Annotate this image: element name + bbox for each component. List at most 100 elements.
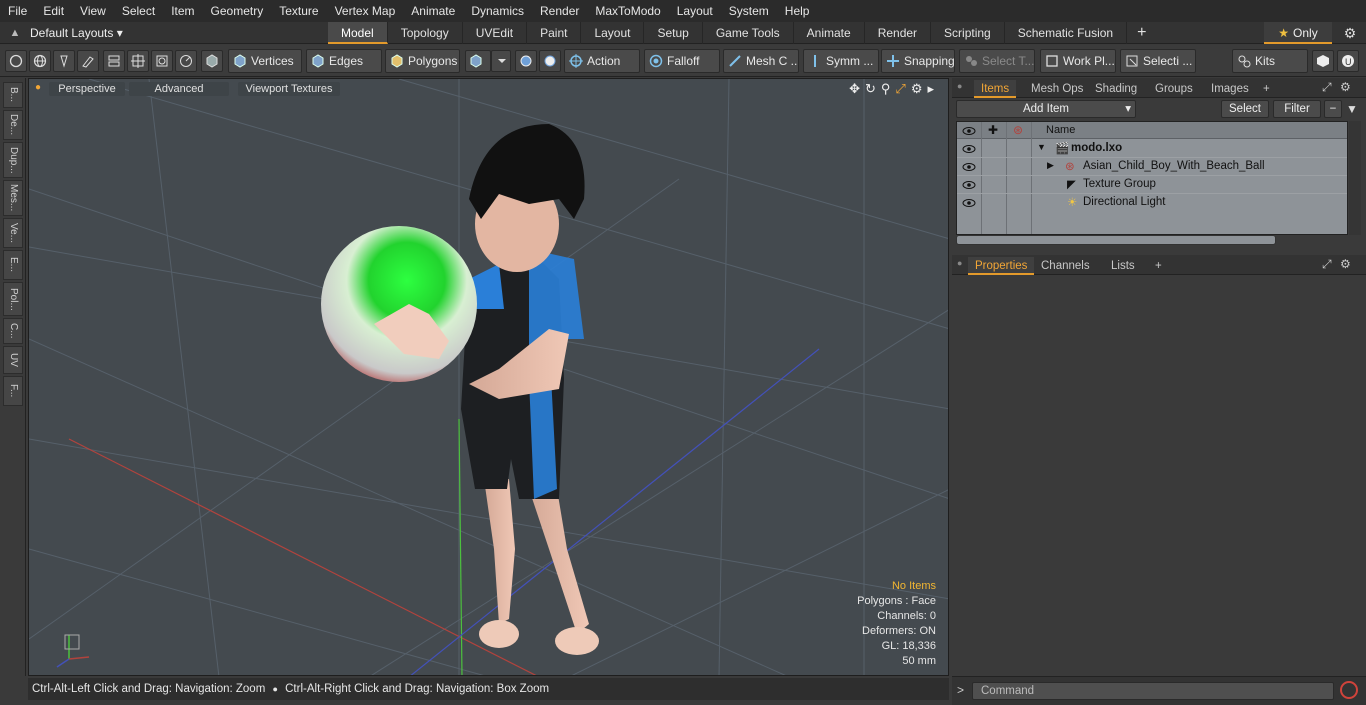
eye-icon[interactable] bbox=[962, 142, 976, 156]
items-list-scrollbar[interactable] bbox=[1349, 121, 1361, 235]
layout-dropdown[interactable]: Default Layouts ▾ bbox=[30, 26, 140, 40]
menu-layout[interactable]: Layout bbox=[669, 0, 721, 22]
texture-tool[interactable] bbox=[539, 50, 561, 72]
select-button[interactable]: Select bbox=[1221, 100, 1269, 118]
move-view-icon[interactable]: ✥ bbox=[849, 81, 860, 97]
advanced-dropdown[interactable]: Advanced bbox=[129, 82, 229, 96]
panel-gear-icon[interactable]: ⚙ bbox=[1340, 80, 1351, 94]
collapse-icon[interactable]: ▲ bbox=[0, 27, 30, 39]
dial-tool[interactable] bbox=[175, 50, 197, 72]
unreal-button[interactable]: U bbox=[1337, 50, 1359, 72]
vertices-button[interactable]: Vertices bbox=[228, 49, 302, 73]
menu-select[interactable]: Select bbox=[114, 0, 163, 22]
tab-lists[interactable]: Lists bbox=[1104, 257, 1142, 275]
viewport-expand-icon[interactable]: ▸ bbox=[927, 81, 934, 97]
name-column-header[interactable]: Name bbox=[1046, 124, 1075, 136]
add-tab-button[interactable]: + bbox=[1127, 22, 1156, 44]
tab-render[interactable]: Render bbox=[865, 22, 932, 44]
fit-view-icon[interactable]: ⤢ bbox=[895, 81, 905, 97]
action-center-button[interactable]: Action bbox=[564, 49, 640, 73]
select-through-button[interactable]: Select T... bbox=[959, 49, 1035, 73]
left-tab-vertex[interactable]: Ve... bbox=[3, 218, 23, 248]
circle-select-tool[interactable] bbox=[5, 50, 27, 72]
tab-paint[interactable]: Paint bbox=[527, 22, 582, 44]
mesh-constraint-button[interactable]: Mesh C ... bbox=[723, 49, 799, 73]
list-item[interactable]: ◤ Texture Group bbox=[957, 176, 1347, 194]
edges-button[interactable]: Edges bbox=[306, 49, 382, 73]
menu-dynamics[interactable]: Dynamics bbox=[463, 0, 532, 22]
left-tab-duplicate[interactable]: Dup... bbox=[3, 142, 23, 178]
center-tool[interactable] bbox=[127, 50, 149, 72]
menu-texture[interactable]: Texture bbox=[271, 0, 326, 22]
tab-shading[interactable]: Shading bbox=[1088, 80, 1144, 98]
unity-button[interactable] bbox=[1312, 50, 1334, 72]
snapping-button[interactable]: Snapping bbox=[881, 49, 955, 73]
tab-properties[interactable]: Properties bbox=[968, 257, 1035, 275]
list-item[interactable]: ▼ 🎬 modo.lxo bbox=[957, 140, 1347, 158]
eye-icon[interactable] bbox=[962, 160, 976, 174]
viewport-textures-dropdown[interactable]: Viewport Textures bbox=[238, 82, 340, 96]
tab-scripting[interactable]: Scripting bbox=[931, 22, 1005, 44]
symmetry-button[interactable]: Symm ... bbox=[803, 49, 879, 73]
mode-dropdown[interactable] bbox=[491, 50, 511, 72]
eye-icon[interactable] bbox=[962, 196, 976, 210]
tab-channels[interactable]: Channels bbox=[1034, 257, 1097, 275]
left-tab-edge[interactable]: E... bbox=[3, 250, 23, 280]
record-icon[interactable] bbox=[1340, 681, 1358, 699]
list-item[interactable]: ☀ Directional Light bbox=[957, 194, 1347, 212]
add-item-button[interactable]: Add Item ▾ bbox=[956, 100, 1136, 118]
tab-setup[interactable]: Setup bbox=[644, 22, 703, 44]
expand-panel-icon[interactable]: ⤢ bbox=[1322, 80, 1332, 95]
expand-arrow-icon[interactable]: ▼ bbox=[1037, 142, 1046, 152]
tab-mesh-ops[interactable]: Mesh Ops bbox=[1024, 80, 1090, 98]
left-tab-deform[interactable]: De... bbox=[3, 110, 23, 140]
tab-layout[interactable]: Layout bbox=[581, 22, 645, 44]
command-input[interactable]: Command bbox=[972, 682, 1334, 700]
expand-arrow-icon[interactable]: ▶ bbox=[1047, 160, 1054, 171]
menu-render[interactable]: Render bbox=[532, 0, 587, 22]
menu-maxtomodo[interactable]: MaxToModo bbox=[587, 0, 668, 22]
collapse-list-button[interactable]: − bbox=[1324, 100, 1342, 118]
selection-sets-button[interactable]: Selecti ... bbox=[1120, 49, 1196, 73]
left-tab-curve[interactable]: C... bbox=[3, 318, 23, 344]
rotate-view-icon[interactable]: ↻ bbox=[865, 81, 876, 97]
only-button[interactable]: ★ Only bbox=[1264, 22, 1332, 44]
items-list-hscrollbar[interactable] bbox=[956, 235, 1276, 245]
viewport-settings-icon[interactable]: ⚙ bbox=[911, 81, 923, 97]
perspective-dropdown[interactable]: Perspective bbox=[49, 82, 125, 96]
tab-animate[interactable]: Animate bbox=[794, 22, 865, 44]
tab-schematic-fusion[interactable]: Schematic Fusion bbox=[1005, 22, 1128, 44]
align-tool[interactable] bbox=[103, 50, 125, 72]
left-tab-uv[interactable]: UV bbox=[3, 346, 23, 374]
add-panel-tab[interactable]: + bbox=[1148, 257, 1169, 275]
kits-button[interactable]: Kits bbox=[1232, 49, 1308, 73]
tab-groups[interactable]: Groups bbox=[1148, 80, 1200, 98]
material-tool[interactable] bbox=[515, 50, 537, 72]
polygons-button[interactable]: Polygons bbox=[385, 49, 460, 73]
menu-file[interactable]: File bbox=[0, 0, 35, 22]
tab-game-tools[interactable]: Game Tools bbox=[703, 22, 794, 44]
tab-model[interactable]: Model bbox=[328, 22, 388, 44]
work-plane-button[interactable]: Work Pl... bbox=[1040, 49, 1116, 73]
tab-topology[interactable]: Topology bbox=[388, 22, 463, 44]
menu-animate[interactable]: Animate bbox=[403, 0, 463, 22]
3d-viewport[interactable]: ● Perspective Advanced Viewport Textures… bbox=[28, 78, 949, 676]
left-tab-basic[interactable]: B... bbox=[3, 82, 23, 108]
falloff-button[interactable]: Falloff bbox=[644, 49, 720, 73]
globe-tool[interactable] bbox=[29, 50, 51, 72]
list-item[interactable]: ▶ ⊛ Asian_Child_Boy_With_Beach_Ball bbox=[957, 158, 1347, 176]
panel-gear-icon[interactable]: ⚙ bbox=[1340, 257, 1351, 271]
left-tab-fusion[interactable]: F... bbox=[3, 376, 23, 406]
menu-help[interactable]: Help bbox=[777, 0, 818, 22]
left-tab-mesh-edit[interactable]: Mes... bbox=[3, 180, 23, 216]
menu-item[interactable]: Item bbox=[163, 0, 202, 22]
tab-items[interactable]: Items bbox=[974, 80, 1017, 98]
menu-system[interactable]: System bbox=[721, 0, 777, 22]
brush-tool[interactable] bbox=[77, 50, 99, 72]
menu-geometry[interactable]: Geometry bbox=[203, 0, 272, 22]
tab-images[interactable]: Images bbox=[1204, 80, 1256, 98]
tab-uvedit[interactable]: UVEdit bbox=[463, 22, 528, 44]
zoom-view-icon[interactable]: ⚲ bbox=[881, 81, 891, 97]
menu-vertex-map[interactable]: Vertex Map bbox=[327, 0, 404, 22]
item-mode-button[interactable] bbox=[465, 50, 491, 72]
